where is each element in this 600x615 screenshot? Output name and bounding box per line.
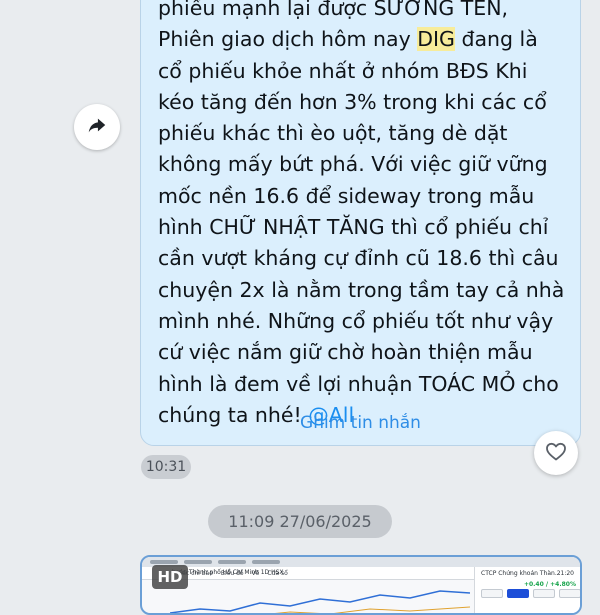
message-line-1: phiếu mạnh lại được SƯỚNG TÊN, (158, 0, 509, 20)
screenshot-caption: hoán Thành phố Hồ Chí Minh 1D HSX (172, 569, 284, 576)
screenshot-side-panel: CTCP Chứng khoán Thàn... 21:20 +0.40 / +… (474, 567, 580, 613)
message-line-2-post: đang là (454, 27, 538, 52)
message-timestamp: 10:31 (141, 455, 191, 479)
screenshot-tabbar (142, 557, 580, 567)
ticker-highlight[interactable]: DIG (417, 27, 455, 52)
date-separator: 11:09 27/06/2025 (208, 505, 392, 538)
side-tab (533, 589, 555, 598)
side-panel-time: 21:20 (556, 570, 574, 577)
reaction-button[interactable] (534, 431, 578, 475)
hd-badge: HD (152, 565, 188, 589)
side-panel-tabs (481, 589, 580, 598)
image-message[interactable]: Các chỉ báo Biểu đồ Vẽ Cửa sổ hoán Thành… (140, 555, 582, 615)
message-line-2-pre: Phiên giao dịch hôm nay (158, 27, 418, 52)
side-tab (507, 589, 529, 598)
side-panel-title: CTCP Chứng khoán Thàn... (481, 570, 561, 577)
side-tab (481, 589, 503, 598)
share-arrow-icon (86, 114, 108, 140)
pin-message-link[interactable]: Ghim tin nhắn (140, 413, 581, 433)
message-body: cổ phiếu khỏe nhất ở nhóm BĐS Khi kéo tă… (158, 58, 565, 427)
message-text: phiếu mạnh lại được SƯỚNG TÊN, Phiên gia… (158, 0, 578, 431)
side-tab (559, 589, 580, 598)
share-button[interactable] (74, 104, 120, 150)
screenshot-chart (170, 590, 470, 613)
heart-icon (544, 439, 568, 467)
side-panel-change: +0.40 / +4.80% (523, 581, 576, 588)
